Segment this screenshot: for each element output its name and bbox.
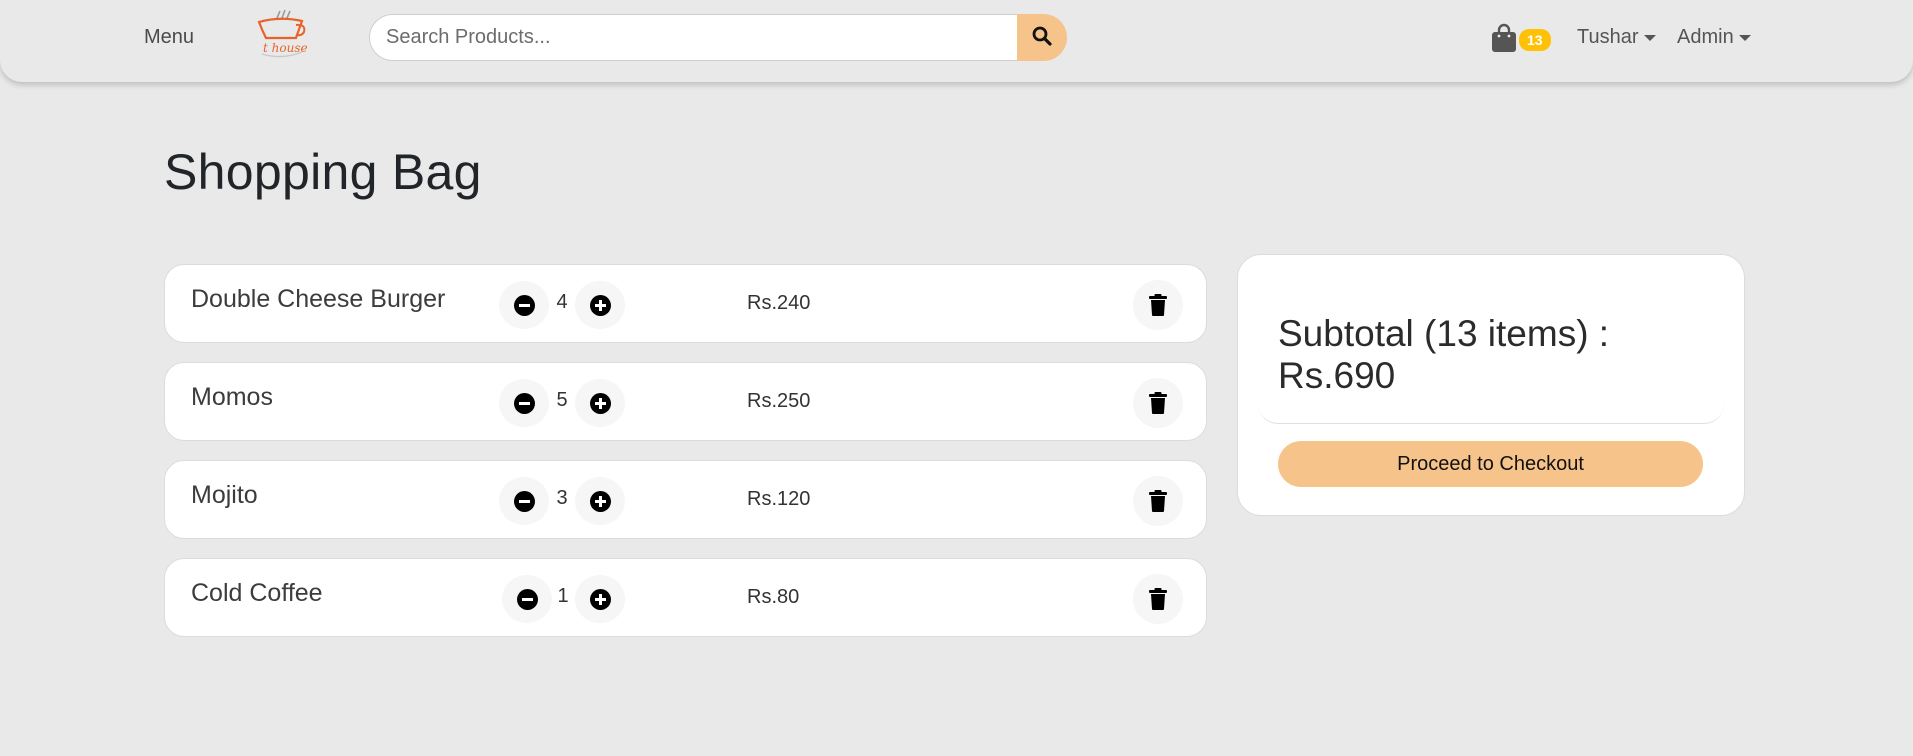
caret-down-icon [1738, 34, 1751, 41]
search-input[interactable] [369, 14, 1017, 61]
plus-circle-icon [589, 588, 611, 610]
item-quantity: 1 [557, 585, 569, 607]
cart-item: Mojito 3 Rs.120 [164, 460, 1207, 539]
plus-circle-icon [589, 490, 611, 512]
plus-circle-icon [589, 294, 611, 316]
subtotal-text: Subtotal (13 items) : Rs.690 [1278, 313, 1698, 397]
decrease-quantity-button[interactable] [499, 477, 549, 525]
page-title: Shopping Bag [164, 144, 482, 200]
search-button[interactable] [1017, 14, 1067, 61]
item-name: Mojito [191, 481, 258, 509]
decrease-quantity-button[interactable] [499, 281, 549, 329]
trash-icon [1149, 392, 1167, 414]
search-icon [1032, 26, 1052, 49]
item-quantity: 5 [556, 389, 568, 411]
trash-icon [1149, 294, 1167, 316]
increase-quantity-button[interactable] [575, 575, 625, 623]
cart-item: Momos 5 Rs.250 [164, 362, 1207, 441]
item-price: Rs.240 [747, 292, 811, 314]
cart-item: Double Cheese Burger 4 Rs.240 [164, 264, 1207, 343]
subtotal-label: Subtotal (13 items) : [1278, 313, 1610, 354]
remove-item-button[interactable] [1133, 280, 1183, 330]
cart-item: Cold Coffee 1 Rs.80 [164, 558, 1207, 637]
caret-down-icon [1643, 34, 1656, 41]
minus-circle-icon [513, 490, 535, 512]
item-price: Rs.250 [747, 390, 811, 412]
item-name: Momos [191, 383, 273, 411]
order-summary-card: Subtotal (13 items) : Rs.690 Proceed to … [1237, 254, 1745, 516]
item-name: Double Cheese Burger [191, 285, 446, 313]
remove-item-button[interactable] [1133, 574, 1183, 624]
admin-dropdown-label: Admin [1677, 26, 1734, 48]
user-dropdown-label: Tushar [1577, 26, 1639, 48]
increase-quantity-button[interactable] [575, 281, 625, 329]
increase-quantity-button[interactable] [575, 477, 625, 525]
item-quantity: 3 [556, 487, 568, 509]
user-dropdown[interactable]: Tushar [1577, 26, 1656, 49]
minus-circle-icon [513, 294, 535, 316]
remove-item-button[interactable] [1133, 476, 1183, 526]
cart-count-badge: 13 [1519, 29, 1551, 51]
admin-dropdown[interactable]: Admin [1677, 26, 1751, 49]
search-bar [369, 14, 1067, 61]
trash-icon [1149, 588, 1167, 610]
remove-item-button[interactable] [1133, 378, 1183, 428]
plus-circle-icon [589, 392, 611, 414]
subtotal-amount: Rs.690 [1278, 355, 1396, 396]
item-price: Rs.120 [747, 488, 811, 510]
brand-logo[interactable]: t house [252, 8, 310, 62]
item-quantity: 4 [556, 291, 568, 313]
minus-circle-icon [513, 392, 535, 414]
decrease-quantity-button[interactable] [499, 379, 549, 427]
decrease-quantity-button[interactable] [502, 575, 552, 623]
top-navbar: Menu t house Search Products... 13 Tusha… [0, 0, 1913, 82]
cart-button[interactable]: 13 [1491, 23, 1557, 55]
proceed-to-checkout-button[interactable]: Proceed to Checkout [1278, 441, 1703, 487]
menu-link[interactable]: Menu [144, 26, 194, 49]
trash-icon [1149, 490, 1167, 512]
increase-quantity-button[interactable] [575, 379, 625, 427]
item-price: Rs.80 [747, 586, 800, 608]
minus-circle-icon [516, 588, 538, 610]
item-name: Cold Coffee [191, 579, 323, 607]
svg-text:t house: t house [263, 41, 308, 55]
